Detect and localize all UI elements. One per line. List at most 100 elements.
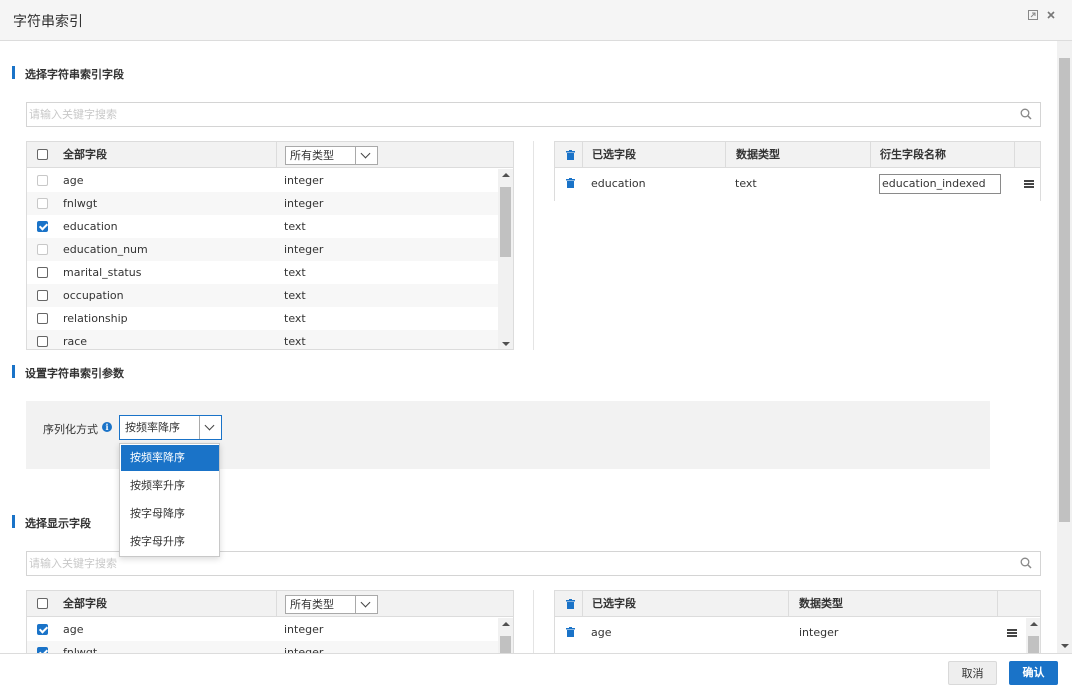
serialization-dropdown: 按频率降序 按频率升序 按字母降序 按字母升序 xyxy=(119,443,220,557)
scroll-down-icon[interactable] xyxy=(502,342,510,346)
drag-handle-icon[interactable] xyxy=(1007,629,1017,637)
table-scrollbar[interactable] xyxy=(1026,618,1040,653)
field-checkbox[interactable] xyxy=(37,624,48,635)
table-scrollbar[interactable] xyxy=(498,618,513,653)
scroll-up-icon[interactable] xyxy=(502,622,510,626)
select-all-checkbox[interactable] xyxy=(37,598,48,609)
scrollbar-thumb[interactable] xyxy=(500,636,511,653)
header-selected-fields: 已选字段 xyxy=(592,597,636,610)
page-scrollbar[interactable] xyxy=(1057,41,1072,653)
selected-field-type: text xyxy=(735,177,757,190)
select-all-checkbox[interactable] xyxy=(37,149,48,160)
type-filter-value: 所有类型 xyxy=(290,149,334,162)
field-row[interactable]: occupation text xyxy=(27,284,513,307)
column-divider xyxy=(533,141,534,350)
option-alpha-desc[interactable]: 按字母降序 xyxy=(121,501,219,527)
trash-icon[interactable] xyxy=(566,599,575,609)
field-row[interactable]: age integer xyxy=(27,618,513,641)
all-fields-table: 全部字段 所有类型 age integer fnlwgt integer educati… xyxy=(26,141,514,350)
selected-field-row: education text education_indexed xyxy=(555,172,1040,195)
field-type: text xyxy=(284,220,306,233)
drag-handle-icon[interactable] xyxy=(1024,180,1034,188)
scroll-down-icon[interactable] xyxy=(1061,644,1069,648)
confirm-button[interactable]: 确认 xyxy=(1009,661,1058,685)
field-row[interactable]: fnlwgt integer xyxy=(27,192,513,215)
trash-icon[interactable] xyxy=(566,178,575,188)
info-icon[interactable]: i xyxy=(102,422,112,432)
field-type: integer xyxy=(284,174,324,187)
dialog-titlebar: 字符串索引 xyxy=(0,0,1072,41)
search-icon[interactable] xyxy=(1020,557,1032,569)
field-row[interactable]: education_num integer xyxy=(27,238,513,261)
scroll-up-icon[interactable] xyxy=(502,173,510,177)
field-row[interactable]: marital_status text xyxy=(27,261,513,284)
dialog-body: 选择字符串索引字段 全部字段 所有类型 age integer fnlwgt inte… xyxy=(0,41,1057,653)
table-header: 全部字段 所有类型 xyxy=(27,591,513,617)
field-checkbox[interactable] xyxy=(37,221,48,232)
close-icon[interactable] xyxy=(1044,9,1058,23)
derived-name-input[interactable]: education_indexed xyxy=(879,174,1001,194)
scroll-up-icon[interactable] xyxy=(1030,622,1038,626)
serialization-select[interactable]: 按频率降序 xyxy=(119,415,222,440)
header-all-fields: 全部字段 xyxy=(63,148,107,161)
chevron-down-icon[interactable] xyxy=(355,596,377,613)
scrollbar-thumb[interactable] xyxy=(1059,58,1070,522)
option-freq-desc[interactable]: 按频率降序 xyxy=(121,445,219,471)
field-type: integer xyxy=(284,623,324,636)
header-selected-fields: 已选字段 xyxy=(592,148,636,161)
dialog-title: 字符串索引 xyxy=(13,14,83,30)
type-filter-value: 所有类型 xyxy=(290,598,334,611)
search-icon[interactable] xyxy=(1020,108,1032,120)
header-data-type: 数据类型 xyxy=(736,148,780,161)
header-derived-name: 衍生字段名称 xyxy=(880,148,946,161)
trash-icon[interactable] xyxy=(566,627,575,637)
type-filter-select[interactable]: 所有类型 xyxy=(285,146,378,165)
field-name: age xyxy=(63,174,84,187)
type-filter-select[interactable]: 所有类型 xyxy=(285,595,378,614)
header-all-fields: 全部字段 xyxy=(63,597,107,610)
selected-fields-table: 已选字段 数据类型 衍生字段名称 education text educatio… xyxy=(554,141,1041,201)
field-checkbox[interactable] xyxy=(37,267,48,278)
selected-field-row: age integer xyxy=(555,621,1040,644)
field-row[interactable]: age integer xyxy=(27,169,513,192)
field-type: integer xyxy=(284,646,324,653)
table-scrollbar[interactable] xyxy=(498,169,513,349)
field-type: text xyxy=(284,335,306,348)
chevron-down-icon[interactable] xyxy=(355,147,377,164)
scrollbar-thumb[interactable] xyxy=(500,187,511,257)
field-checkbox[interactable] xyxy=(37,244,48,255)
serialization-value: 按频率降序 xyxy=(125,421,180,434)
section-accent-bar xyxy=(12,515,15,528)
section-accent-bar xyxy=(12,365,15,378)
selected-field-name: age xyxy=(591,626,612,639)
table-header: 已选字段 数据类型 衍生字段名称 xyxy=(555,142,1040,168)
index-field-search[interactable] xyxy=(26,102,1041,127)
option-alpha-asc[interactable]: 按字母升序 xyxy=(121,529,219,555)
field-type: integer xyxy=(284,243,324,256)
cancel-button[interactable]: 取消 xyxy=(948,661,997,685)
field-row[interactable]: race text xyxy=(27,330,513,349)
field-name: fnlwgt xyxy=(63,197,98,210)
header-data-type: 数据类型 xyxy=(799,597,843,610)
field-name: relationship xyxy=(63,312,128,325)
section-accent-bar xyxy=(12,66,15,79)
field-row[interactable]: relationship text xyxy=(27,307,513,330)
field-checkbox[interactable] xyxy=(37,290,48,301)
field-checkbox[interactable] xyxy=(37,175,48,186)
field-type: integer xyxy=(284,197,324,210)
chevron-down-icon[interactable] xyxy=(199,416,221,439)
field-checkbox[interactable] xyxy=(37,313,48,324)
table-header: 已选字段 数据类型 xyxy=(555,591,1040,617)
field-checkbox[interactable] xyxy=(37,198,48,209)
field-checkbox[interactable] xyxy=(37,336,48,347)
search-input[interactable] xyxy=(27,103,1007,126)
field-type: text xyxy=(284,266,306,279)
field-row[interactable]: fnlwgt integer xyxy=(27,641,513,653)
field-row[interactable]: education text xyxy=(27,215,513,238)
column-divider xyxy=(533,590,534,653)
option-freq-asc[interactable]: 按频率升序 xyxy=(121,473,219,499)
restore-icon[interactable] xyxy=(1026,9,1040,23)
trash-icon[interactable] xyxy=(566,150,575,160)
scrollbar-thumb[interactable] xyxy=(1028,636,1039,653)
display-selected-fields-table: 已选字段 数据类型 age integer xyxy=(554,590,1041,653)
